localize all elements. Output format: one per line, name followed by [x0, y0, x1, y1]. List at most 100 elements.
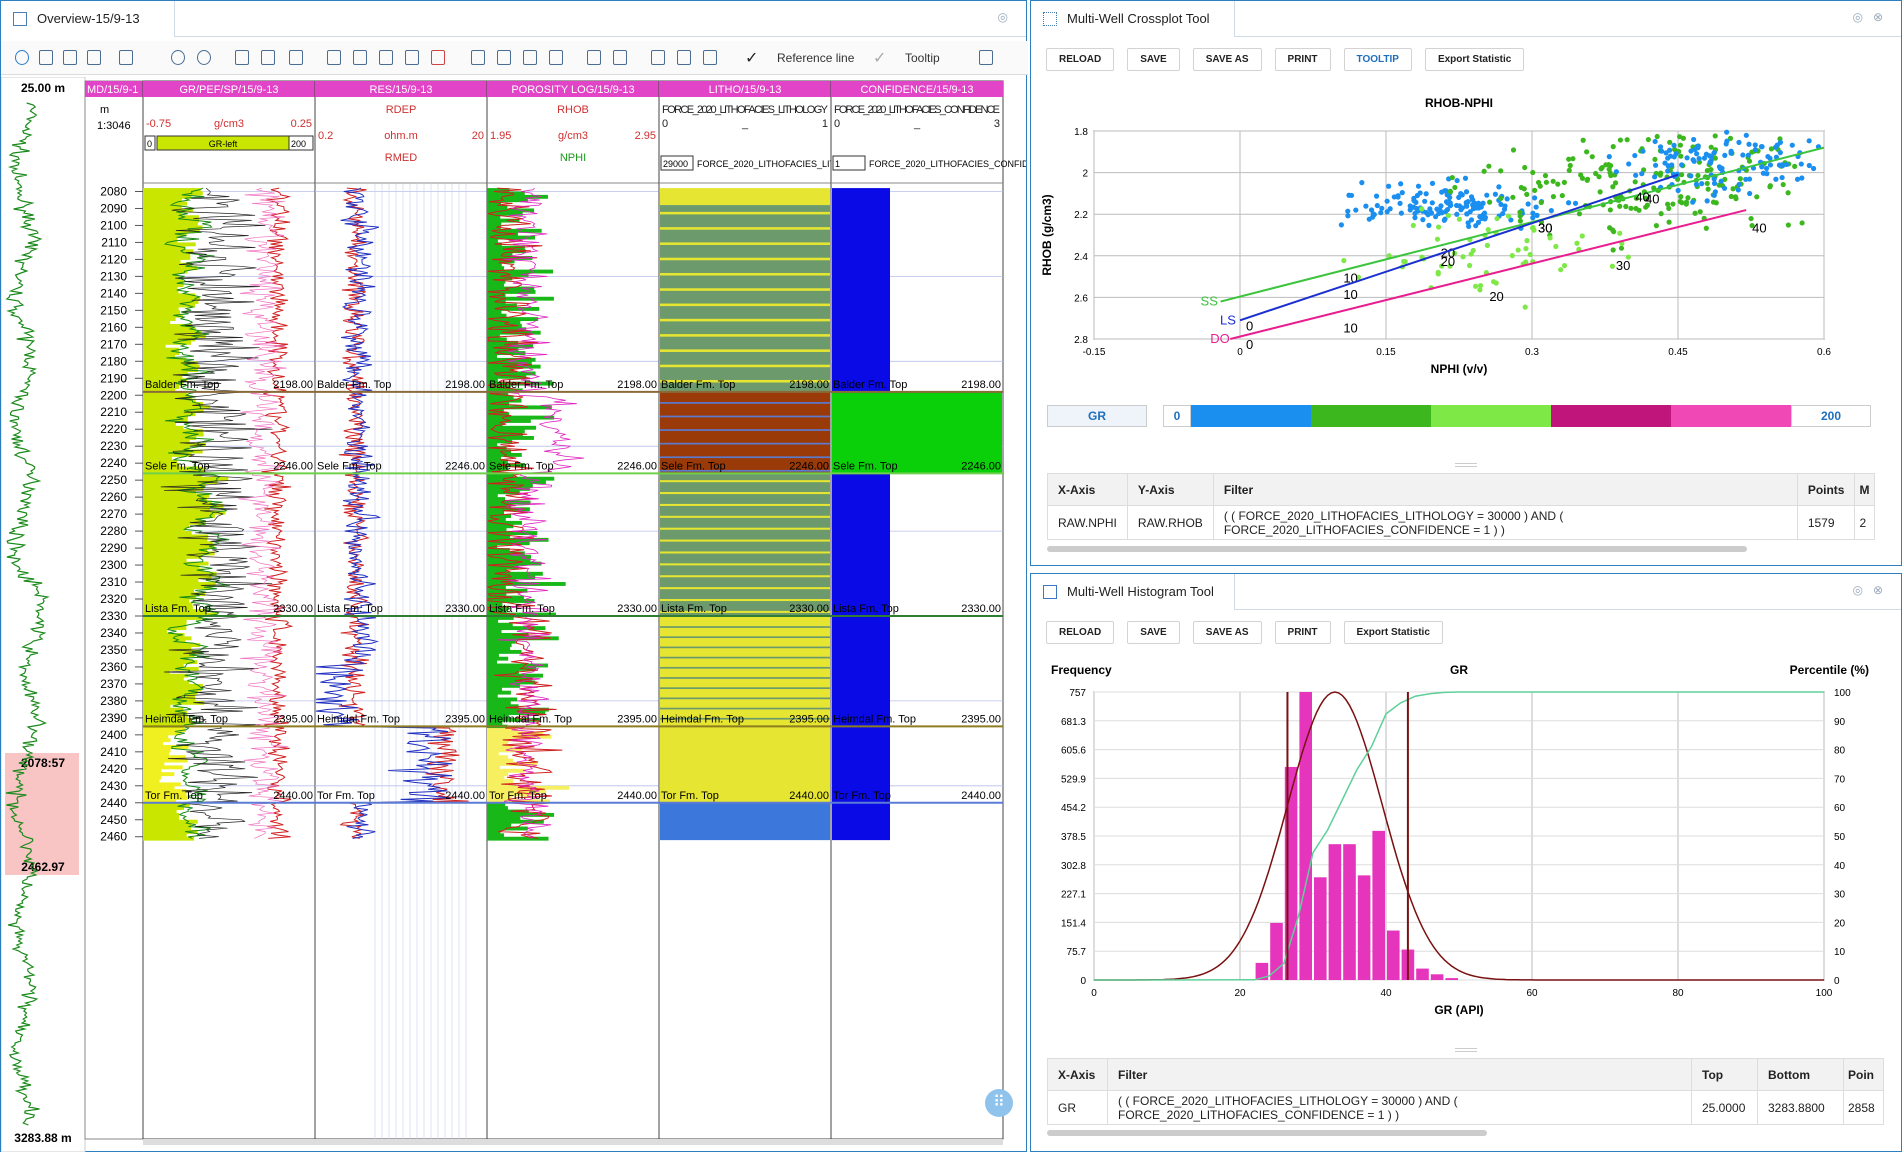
depth-tick: 2440: [100, 796, 127, 810]
gr-fill-bar: [143, 704, 171, 709]
data-point: [1711, 149, 1717, 156]
formation-top-name: Sele Fm. Top: [145, 460, 210, 472]
data-point: [1657, 144, 1664, 150]
curve-a-icon[interactable]: [235, 50, 249, 65]
save-button[interactable]: SAVE: [1127, 48, 1180, 71]
porosity-tick-label: 0: [1246, 337, 1253, 352]
split-icon[interactable]: [549, 50, 563, 65]
data-point: [1765, 153, 1771, 160]
y-tick-label: 2.6: [1074, 293, 1088, 304]
colorbar-swatch: [1191, 405, 1311, 427]
track-title: CONFIDENCE/15/9-13: [860, 84, 973, 96]
y2-tick-label: 50: [1834, 832, 1846, 843]
colorbar-swatches: [1191, 405, 1791, 427]
print-button[interactable]: PRINT: [1274, 48, 1331, 71]
gr-fill-bar: [143, 819, 198, 824]
save-button[interactable]: SAVE: [1127, 621, 1180, 644]
table-icon[interactable]: [63, 50, 77, 65]
zoom-out-icon[interactable]: [197, 50, 211, 65]
restore-icon[interactable]: ◎: [998, 10, 1018, 24]
table-row[interactable]: RAW.NPHI RAW.RHOB ( ( FORCE_2020_LITHOFA…: [1047, 505, 1876, 540]
porosity-fill: [487, 751, 499, 756]
track-delete-icon[interactable]: [431, 50, 445, 65]
table-cell: RAW.RHOB: [1126, 505, 1214, 540]
data-point: [1736, 181, 1742, 188]
formation-top-depth: 2395.00: [273, 713, 313, 725]
gr-fill-bar: [143, 548, 208, 552]
reload-button[interactable]: RELOAD: [1046, 621, 1115, 644]
data-point: [1490, 279, 1497, 285]
track-add-icon[interactable]: [327, 50, 341, 65]
depth-tick: 2460: [100, 830, 127, 844]
log-tracks[interactable]: 25.00 m2078:572462.973283.88 mMD/15/9-1m…: [1, 77, 1026, 1152]
well-edit-icon[interactable]: [497, 50, 511, 65]
reload-button[interactable]: RELOAD: [1046, 48, 1115, 71]
refresh-icon[interactable]: [15, 50, 29, 65]
formation-top-depth: 2246.00: [617, 460, 657, 472]
splitter-handle[interactable]: [1455, 463, 1477, 467]
table-header: Y-Axis: [1126, 473, 1214, 506]
data-point: [1534, 212, 1540, 218]
data-point: [1492, 191, 1499, 197]
depth-tick: 2260: [100, 490, 127, 504]
data-point: [1517, 209, 1523, 215]
export-statistic-button[interactable]: Export Statistic: [1343, 621, 1443, 644]
tooltip-check-icon[interactable]: ✓: [873, 48, 886, 68]
y-tick-label: 605.6: [1061, 746, 1086, 757]
data-point: [1666, 219, 1672, 225]
flatten-icon[interactable]: [677, 50, 691, 65]
horizontal-scrollbar[interactable]: [1047, 546, 1747, 552]
save-icon[interactable]: [39, 50, 53, 65]
print-icon[interactable]: [87, 50, 101, 65]
gr-fill-bar: [143, 833, 187, 838]
curve-b-icon[interactable]: [261, 50, 275, 65]
curve-c-icon[interactable]: [289, 50, 303, 65]
porosity-fill: [487, 510, 505, 515]
table-cell: 1579: [1796, 505, 1856, 540]
histogram-tab[interactable]: Multi-Well Histogram Tool ✕: [1031, 574, 1235, 635]
tooltip-toggle[interactable]: Tooltip: [905, 51, 940, 65]
data-point: [1754, 194, 1760, 200]
colorbar-gr-button[interactable]: GR: [1047, 405, 1147, 427]
save-as-button[interactable]: SAVE AS: [1192, 48, 1262, 71]
table-row[interactable]: GR ( ( FORCE_2020_LITHOFACIES_LITHOLOGY …: [1047, 1090, 1884, 1125]
data-point: [1398, 210, 1404, 216]
histogram-chart[interactable]: Frequency GR Percentile (%)0 20 40 60 80 100075…: [1031, 662, 1891, 1022]
splitter-handle[interactable]: [1455, 1048, 1477, 1052]
track-move-icon[interactable]: [379, 50, 393, 65]
overview-strip: [1, 77, 86, 1152]
data-point: [1640, 148, 1646, 154]
export-statistic-button[interactable]: Export Statistic: [1424, 48, 1525, 71]
reference-line-toggle[interactable]: Reference line: [777, 51, 854, 65]
track-edit-icon[interactable]: [353, 50, 367, 65]
columns-icon[interactable]: [523, 50, 537, 65]
formation-top-depth: 2198.00: [789, 379, 829, 391]
align-icon[interactable]: [651, 50, 665, 65]
reference-line-check-icon[interactable]: ✓: [745, 48, 758, 68]
porosity-fill: [487, 768, 525, 773]
horizontal-scrollbar[interactable]: [1047, 1130, 1487, 1136]
save-as-button[interactable]: SAVE AS: [1192, 621, 1262, 644]
data-point: [1543, 179, 1550, 185]
gr-fill-bar: [143, 768, 162, 773]
scroll-badge-icon[interactable]: ⠿: [985, 1089, 1013, 1117]
crossplot-tab[interactable]: Multi-Well Crossplot Tool ✕: [1031, 1, 1235, 62]
histogram-icon[interactable]: [613, 50, 627, 65]
crossplot-chart[interactable]: RHOB-NPHI -0.15 0 0.15 0.3 0.45 0.6 1.8 2 2.2 2.4 2…: [1031, 87, 1891, 387]
layout-icon[interactable]: [119, 50, 133, 65]
tooltip-button[interactable]: TOOLTIP: [1343, 48, 1412, 71]
window-controls-icon[interactable]: ◎⊗: [1852, 10, 1893, 24]
overview-tab[interactable]: Overview-15/9-13 ✕: [1, 1, 175, 62]
well-add-icon[interactable]: [471, 50, 485, 65]
print-button[interactable]: PRINT: [1274, 621, 1331, 644]
pen-icon[interactable]: [703, 50, 717, 65]
data-point: [1532, 195, 1538, 201]
data-point: [1480, 200, 1486, 206]
settings-icon[interactable]: [979, 50, 993, 65]
zoom-in-icon[interactable]: [171, 50, 185, 65]
window-controls-icon[interactable]: ◎⊗: [1852, 583, 1893, 597]
gr-fill-bar: [143, 310, 180, 315]
scatter-icon[interactable]: [587, 50, 601, 65]
data-point: [1680, 135, 1686, 141]
track-copy-icon[interactable]: [405, 50, 419, 65]
